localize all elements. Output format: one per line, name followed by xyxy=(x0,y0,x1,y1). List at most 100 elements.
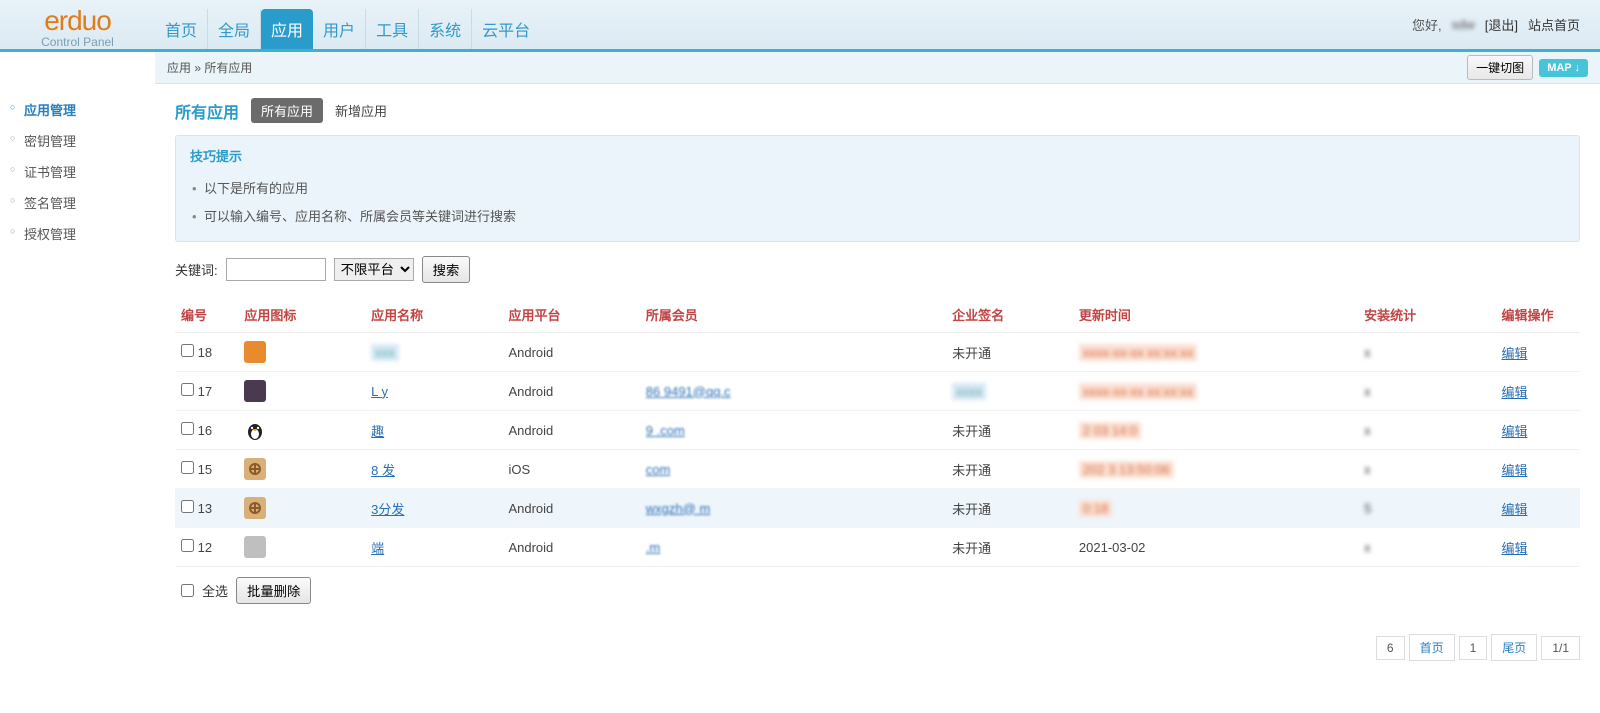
select-all-label: 全选 xyxy=(202,581,228,600)
edit-link[interactable]: 编辑 xyxy=(1501,385,1527,400)
edit-link[interactable]: 编辑 xyxy=(1501,346,1527,361)
member-link[interactable]: com xyxy=(646,462,671,477)
app-platform: iOS xyxy=(502,450,639,489)
edit-link[interactable]: 编辑 xyxy=(1501,424,1527,439)
updated-time: 202 3 13:50:06 xyxy=(1079,461,1174,478)
col-header: 应用名称 xyxy=(365,297,502,333)
member-link[interactable]: 86 9491@qq.c xyxy=(646,384,731,399)
col-header: 安装统计 xyxy=(1358,297,1495,333)
tip-title: 技巧提示 xyxy=(190,146,1565,165)
apps-table: 编号应用图标应用名称应用平台所属会员企业签名更新时间安装统计编辑操作 18xxx… xyxy=(175,297,1580,567)
pager: 6 首页 1 尾页 1/1 xyxy=(1376,634,1580,661)
sign-status: 未开通 xyxy=(946,411,1073,450)
sidebar-item-4[interactable]: 授权管理 xyxy=(0,218,155,249)
sidebar-item-0[interactable]: 应用管理 xyxy=(0,94,155,125)
subtab-new-app[interactable]: 新增应用 xyxy=(335,101,387,120)
member-link[interactable]: wxgzh@ m xyxy=(646,501,711,516)
app-icon xyxy=(244,380,266,402)
row-checkbox[interactable] xyxy=(181,383,194,396)
pager-total: 6 xyxy=(1376,636,1405,660)
nav-item-3[interactable]: 用户 xyxy=(313,9,366,49)
updated-time: 2 03 14:0 xyxy=(1079,422,1141,439)
subtab-all-apps[interactable]: 所有应用 xyxy=(251,98,323,123)
app-platform: Android xyxy=(502,528,639,567)
table-row: 17L yAndroid86 9491@qq.cxxxxxxxx-xx-xx x… xyxy=(175,372,1580,411)
col-header: 编辑操作 xyxy=(1495,297,1580,333)
app-platform: Android xyxy=(502,411,639,450)
tip-box: 技巧提示 以下是所有的应用可以输入编号、应用名称、所属会员等关键词进行搜索 xyxy=(175,135,1580,242)
nav-item-2[interactable]: 应用 xyxy=(261,9,313,49)
tip-list: 以下是所有的应用可以输入编号、应用名称、所属会员等关键词进行搜索 xyxy=(190,175,1565,231)
toggle-image-button[interactable]: 一键切图 xyxy=(1467,55,1533,80)
main-nav: 首页全局应用用户工具系统云平台 xyxy=(155,0,540,49)
edit-link[interactable]: 编辑 xyxy=(1501,463,1527,478)
nav-item-4[interactable]: 工具 xyxy=(366,9,419,49)
keyword-label: 关键词: xyxy=(175,260,218,279)
logout-link[interactable]: [退出] xyxy=(1485,15,1518,34)
sign-status: 未开通 xyxy=(946,489,1073,528)
app-name: xxx xyxy=(371,344,399,361)
app-name-link[interactable]: 趣 xyxy=(371,424,384,439)
updated-time: xxxx-xx-xx xx:xx:xx xyxy=(1079,383,1198,400)
install-count: x xyxy=(1358,411,1495,450)
top-right: 您好, sdw [退出] 站点首页 xyxy=(1412,15,1580,34)
search-button[interactable]: 搜索 xyxy=(422,256,471,283)
table-row: 158 发iOS com未开通202 3 13:50:06x编辑 xyxy=(175,450,1580,489)
logo-text: erduo xyxy=(0,5,155,37)
sidebar: 应用管理密钥管理证书管理签名管理授权管理 xyxy=(0,84,155,675)
row-checkbox[interactable] xyxy=(181,422,194,435)
app-name-link[interactable]: L y xyxy=(371,384,388,399)
top-bar: erduo Control Panel 首页全局应用用户工具系统云平台 您好, … xyxy=(0,0,1600,52)
breadcrumb: 应用 » 所有应用 xyxy=(167,59,252,76)
nav-item-5[interactable]: 系统 xyxy=(419,9,472,49)
table-row: 13 3分发Android wxgzh@ m未开通 0:185编辑 xyxy=(175,489,1580,528)
install-count: x xyxy=(1358,333,1495,372)
platform-select[interactable]: 不限平台 xyxy=(334,258,414,281)
nav-item-0[interactable]: 首页 xyxy=(155,9,208,49)
install-count: 5 xyxy=(1358,489,1495,528)
keyword-input[interactable] xyxy=(226,258,326,281)
member-link[interactable]: .m xyxy=(646,540,660,555)
col-header: 编号 xyxy=(175,297,238,333)
table-row: 12 端Android .m未开通2021-03-02x编辑 xyxy=(175,528,1580,567)
col-header: 所属会员 xyxy=(640,297,946,333)
row-checkbox[interactable] xyxy=(181,500,194,513)
row-checkbox[interactable] xyxy=(181,461,194,474)
row-checkbox[interactable] xyxy=(181,539,194,552)
install-count: x xyxy=(1358,450,1495,489)
site-home-link[interactable]: 站点首页 xyxy=(1528,15,1580,34)
app-name-link[interactable]: 端 xyxy=(371,541,384,556)
pager-first[interactable]: 首页 xyxy=(1409,634,1455,661)
app-platform: Android xyxy=(502,333,639,372)
select-all-checkbox[interactable] xyxy=(181,584,194,597)
nav-item-1[interactable]: 全局 xyxy=(208,9,261,49)
col-header: 应用平台 xyxy=(502,297,639,333)
member-link[interactable]: 9 .com xyxy=(646,423,685,438)
pager-last[interactable]: 尾页 xyxy=(1491,634,1537,661)
edit-link[interactable]: 编辑 xyxy=(1501,502,1527,517)
sidebar-item-2[interactable]: 证书管理 xyxy=(0,156,155,187)
username: sdw xyxy=(1452,17,1475,32)
app-icon xyxy=(244,458,266,480)
row-checkbox[interactable] xyxy=(181,344,194,357)
main-content: 所有应用 所有应用 新增应用 技巧提示 以下是所有的应用可以输入编号、应用名称、… xyxy=(155,84,1600,675)
app-icon xyxy=(244,536,266,558)
app-name-link[interactable]: 8 发 xyxy=(371,463,395,478)
app-name-link[interactable]: 3分发 xyxy=(371,502,404,517)
edit-link[interactable]: 编辑 xyxy=(1501,541,1527,556)
sign-status: 未开通 xyxy=(946,450,1073,489)
sidebar-item-1[interactable]: 密钥管理 xyxy=(0,125,155,156)
breadcrumb-bar: 应用 » 所有应用 一键切图 MAP ↓ xyxy=(155,52,1600,84)
sign-status: 未开通 xyxy=(946,528,1073,567)
app-icon xyxy=(244,341,266,363)
app-platform: Android xyxy=(502,372,639,411)
updated-time: 0:18 xyxy=(1079,500,1112,517)
page-title: 所有应用 xyxy=(175,99,239,123)
batch-delete-button[interactable]: 批量删除 xyxy=(236,577,311,604)
greeting: 您好, xyxy=(1412,15,1442,34)
nav-item-6[interactable]: 云平台 xyxy=(472,9,540,49)
breadcrumb-actions: 一键切图 MAP ↓ xyxy=(1467,55,1588,80)
batch-row: 全选 批量删除 xyxy=(175,567,1580,614)
map-button[interactable]: MAP ↓ xyxy=(1539,59,1588,77)
sidebar-item-3[interactable]: 签名管理 xyxy=(0,187,155,218)
